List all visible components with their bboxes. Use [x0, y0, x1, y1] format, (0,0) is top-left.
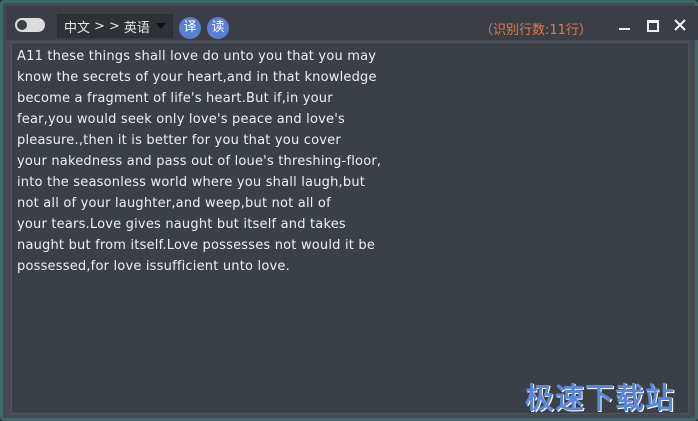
- source-language: 中文: [64, 20, 91, 36]
- maximize-button[interactable]: [642, 16, 662, 36]
- language-selector[interactable]: 中文 > > 英语: [57, 14, 173, 38]
- minimize-button[interactable]: [615, 16, 635, 36]
- text-line: pleasure.,then it is better for you that…: [17, 133, 341, 148]
- toggle-switch[interactable]: [15, 18, 45, 32]
- text-line: naught but from itself.Love possesses no…: [17, 238, 376, 253]
- text-line: into the seasonless world where you shal…: [17, 175, 366, 190]
- text-line: not all of your laughter,and weep,but no…: [17, 196, 331, 211]
- text-line: fear,you would seek only love's peace an…: [17, 112, 345, 127]
- close-button[interactable]: [670, 16, 690, 36]
- recognized-text-area[interactable]: A11 these things shall love do unto you …: [11, 42, 689, 414]
- line-count-status: （识别行数:11行）: [480, 23, 592, 38]
- translate-button[interactable]: 译: [179, 17, 201, 39]
- read-aloud-button[interactable]: 读: [207, 17, 229, 39]
- text-lines: A11 these things shall love do unto you …: [17, 46, 677, 277]
- language-arrow-2: >: [108, 18, 120, 34]
- language-arrow-1: >: [94, 18, 105, 34]
- minimize-icon: [619, 28, 630, 30]
- text-line: become a fragment of life's heart.But if…: [17, 91, 333, 106]
- text-line: know the secrets of your heart,and in th…: [17, 70, 377, 85]
- watermark-logo: 极速下载站: [525, 381, 676, 415]
- chevron-down-icon[interactable]: [155, 23, 166, 29]
- app-window: 中文 > > 英语 译 读 （识别行数:11行） A11 these thing…: [0, 0, 698, 421]
- text-line: A11 these things shall love do unto you …: [17, 49, 377, 64]
- text-line: possessed,for love issufficient unto lov…: [17, 259, 290, 274]
- text-line: your tears.Love gives naught but itself …: [17, 217, 346, 232]
- text-line: your nakedness and pass out of loue's th…: [17, 154, 382, 169]
- target-language: 英语: [123, 20, 150, 36]
- close-icon: [674, 19, 686, 31]
- titlebar: 中文 > > 英语 译 读 （识别行数:11行）: [6, 6, 698, 40]
- maximize-icon: [647, 20, 659, 32]
- toggle-switch-icon: [17, 20, 27, 30]
